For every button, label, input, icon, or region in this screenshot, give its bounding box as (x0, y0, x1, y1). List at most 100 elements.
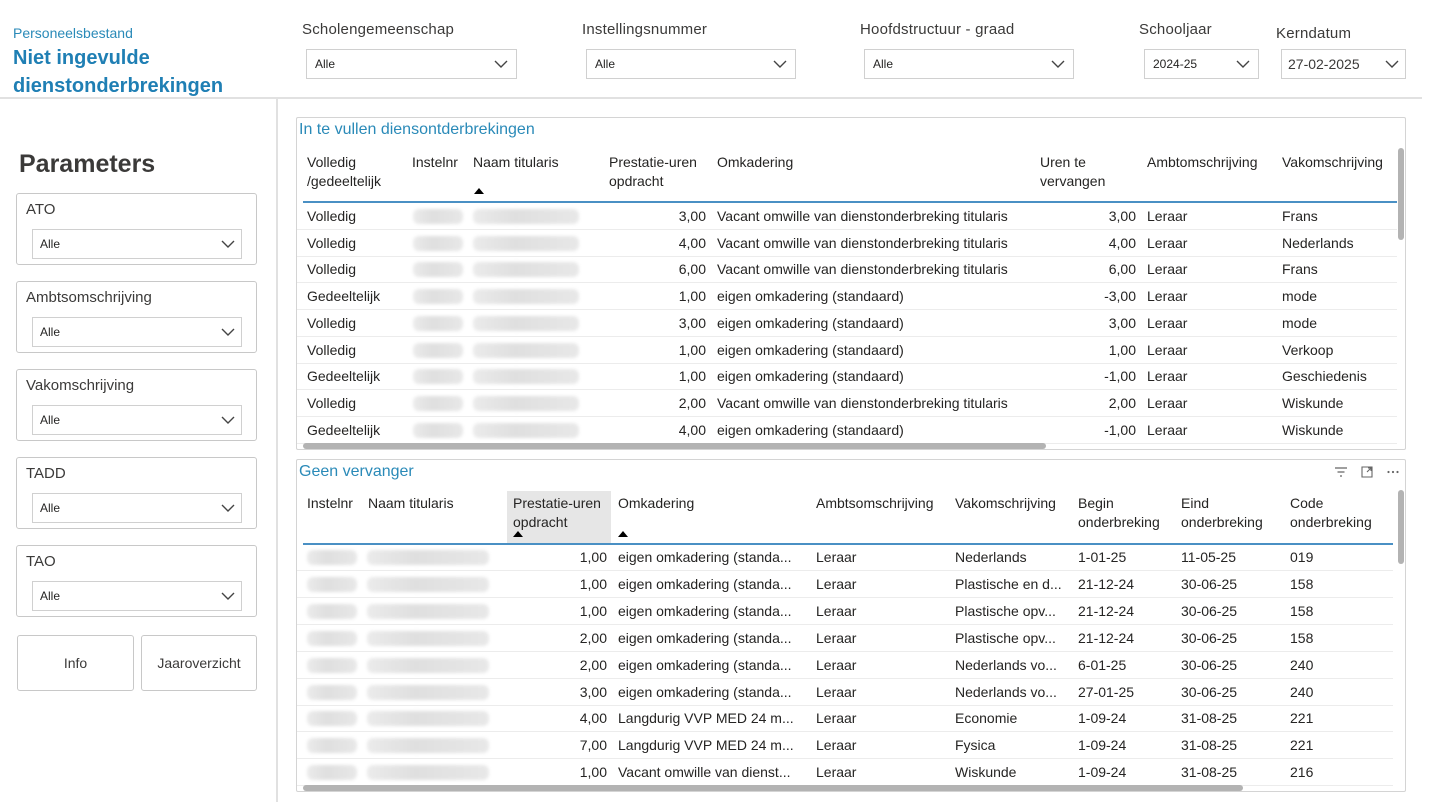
redacted-instelnr (307, 657, 357, 673)
kerndatum-date-field[interactable]: 27-02-2025 (1281, 49, 1406, 79)
horizontal-scrollbar[interactable] (303, 443, 1046, 449)
cell-ambt: Leraar (1147, 422, 1188, 438)
cell-eind: 31-08-25 (1181, 764, 1238, 781)
col-header-omkadering[interactable]: Omkadering (618, 494, 694, 513)
col-header-omkadering[interactable]: Omkadering (717, 153, 793, 172)
table-row[interactable]: Volledig 3,00 eigen omkadering (standaard)… (297, 310, 1397, 337)
more-options-icon[interactable] (1386, 466, 1400, 478)
col-header-naam[interactable]: Naam titularis (368, 494, 454, 513)
redacted-naam (367, 630, 489, 646)
table-row[interactable]: 2,00 eigen omkadering (standa... Leraar Pla… (297, 625, 1393, 652)
param-card-vakomschrijving: Vakomschrijving Alle (16, 369, 257, 441)
table-title: In te vullen diensontderbrekingen (299, 121, 535, 138)
col-header-begin[interactable]: Begin onderbreking (1078, 494, 1178, 532)
filter-icon[interactable] (1334, 466, 1348, 478)
filter-dropdown-hoofdstructuur[interactable]: Alle (864, 49, 1074, 79)
col-header-vak[interactable]: Vakomschrijving (955, 494, 1056, 513)
cell-eind: 11-05-25 (1181, 549, 1237, 565)
param-dropdown-tadd[interactable]: Alle (32, 493, 242, 523)
table-row[interactable]: 1,00 eigen omkadering (standa... Leraar Pla… (297, 571, 1393, 598)
filter-dropdown-scholengemeenschap[interactable]: Alle (306, 49, 517, 79)
col-header-code[interactable]: Code onderbreking (1290, 494, 1390, 532)
table-in-te-vullen: In te vullen diensontderbrekingen Volled… (296, 117, 1406, 450)
param-label: TAO (26, 553, 56, 570)
chevron-down-icon (1236, 60, 1250, 68)
cell-omkadering: eigen omkadering (standaard) (717, 422, 904, 438)
table-row[interactable]: 7,00 Langdurig VVP MED 24 m... Leraar Fysic… (297, 732, 1393, 760)
redacted-naam (473, 289, 579, 304)
cell-vak: mode (1282, 315, 1318, 331)
cell-vak: Nederlands vo... (955, 683, 1057, 700)
table-row[interactable]: 1,00 eigen omkadering (standa... Leraar Pla… (297, 598, 1393, 625)
cell-uren: 1,00 (1108, 342, 1136, 358)
table-row[interactable]: Volledig 4,00 Vacant omwille van dienstond… (297, 230, 1397, 257)
param-dropdown-vakomschrijving[interactable]: Alle (32, 405, 242, 435)
redacted-naam (367, 711, 489, 727)
col-header-instelnr[interactable]: Instelnr (307, 494, 353, 513)
cell-vak: Nederlands (955, 549, 1027, 565)
col-header-ambt[interactable]: Ambtomschrijving (1147, 153, 1257, 172)
redacted-instelnr (307, 738, 357, 754)
chevron-down-icon (221, 592, 235, 600)
table-row[interactable]: Volledig 1,00 eigen omkadering (standaard)… (297, 337, 1397, 364)
jaaroverzicht-button[interactable]: Jaaroverzicht (141, 635, 257, 691)
col-header-prestatie[interactable]: Prestatie-uren opdracht (609, 153, 709, 191)
table-row[interactable]: 1,00 eigen omkadering (standa... Leraar Ned… (297, 544, 1393, 571)
cell-eind: 30-06-25 (1181, 629, 1238, 646)
table-row[interactable]: Volledig 6,00 Vacant omwille van dienstond… (297, 256, 1397, 283)
cell-prestatie: 4,00 (678, 235, 706, 251)
info-button[interactable]: Info (17, 635, 134, 691)
filter-dropdown-instellingsnummer[interactable]: Alle (586, 49, 796, 79)
table-row[interactable]: 2,00 eigen omkadering (standa... Leraar Ned… (297, 652, 1393, 679)
cell-code: 221 (1290, 737, 1314, 754)
cell-vak: mode (1282, 288, 1318, 304)
parameters-title: Parameters (19, 150, 156, 178)
table-row[interactable]: 3,00 eigen omkadering (standa... Leraar Ned… (297, 679, 1393, 706)
cell-omkadering: Langdurig VVP MED 24 m... (618, 737, 794, 754)
col-header-ambt[interactable]: Ambtsomschrijving (816, 494, 933, 513)
cell-vak: Frans (1282, 261, 1318, 277)
redacted-instelnr (413, 236, 463, 251)
cell-omkadering: Vacant omwille van dienstonderbreking ti… (717, 208, 1008, 224)
cell-omkadering: eigen omkadering (standa... (618, 575, 792, 592)
cell-prestatie: 1,00 (579, 575, 607, 592)
cell-uren: 2,00 (1108, 395, 1136, 411)
param-dropdown-tao[interactable]: Alle (32, 581, 242, 611)
table-row[interactable]: Gedeeltelijk 1,00 eigen omkadering (standa… (297, 363, 1397, 390)
vertical-scrollbar[interactable] (1398, 490, 1404, 564)
col-header-naam[interactable]: Naam titularis (473, 153, 559, 172)
redacted-instelnr (307, 684, 357, 700)
col-header-uren[interactable]: Uren te vervangen (1040, 153, 1120, 191)
cell-type: Gedeeltelijk (307, 368, 381, 384)
chevron-down-icon (1385, 60, 1399, 68)
cell-prestatie: 1,00 (579, 764, 607, 781)
table-row[interactable]: 1,00 Vacant omwille van dienst... Leraar Wi… (297, 759, 1393, 787)
col-header-volledig[interactable]: Volledig /gedeeltelijk (307, 153, 397, 191)
chevron-down-icon (221, 416, 235, 424)
redacted-naam (473, 423, 579, 438)
table-row[interactable]: Gedeeltelijk 1,00 eigen omkadering (standa… (297, 283, 1397, 310)
cell-uren: -1,00 (1104, 422, 1136, 438)
horizontal-scrollbar[interactable] (303, 785, 1243, 791)
col-header-instelnr[interactable]: Instelnr (412, 153, 458, 172)
vertical-scrollbar[interactable] (1398, 148, 1404, 240)
cell-vak: Economie (955, 710, 1018, 727)
cell-type: Volledig (307, 395, 357, 411)
param-label: Vakomschrijving (26, 377, 135, 394)
redacted-instelnr (413, 423, 463, 438)
table-row[interactable]: Gedeeltelijk 4,00 eigen omkadering (standa… (297, 417, 1397, 444)
table-geen-vervanger: Geen vervanger Instelnr Naam titularis P… (296, 459, 1406, 792)
cell-prestatie: 1,00 (579, 602, 607, 619)
col-header-eind[interactable]: Eind onderbreking (1181, 494, 1281, 532)
table-row[interactable]: 4,00 Langdurig VVP MED 24 m... Leraar Econo… (297, 705, 1393, 733)
param-dropdown-ambtsomschrijving[interactable]: Alle (32, 317, 242, 347)
col-header-vak[interactable]: Vakomschrijving (1282, 153, 1383, 172)
table-row[interactable]: Volledig 3,00 Vacant omwille van dienstond… (297, 203, 1397, 230)
filter-dropdown-schooljaar[interactable]: 2024-25 (1144, 49, 1259, 79)
param-dropdown-ato[interactable]: Alle (32, 229, 242, 259)
focus-mode-icon[interactable] (1360, 466, 1374, 478)
param-label: Ambtsomschrijving (26, 289, 152, 306)
cell-ambt: Leraar (1147, 208, 1188, 224)
cell-ambt: Leraar (1147, 368, 1188, 384)
table-row[interactable]: Volledig 2,00 Vacant omwille van dienstond… (297, 390, 1397, 417)
